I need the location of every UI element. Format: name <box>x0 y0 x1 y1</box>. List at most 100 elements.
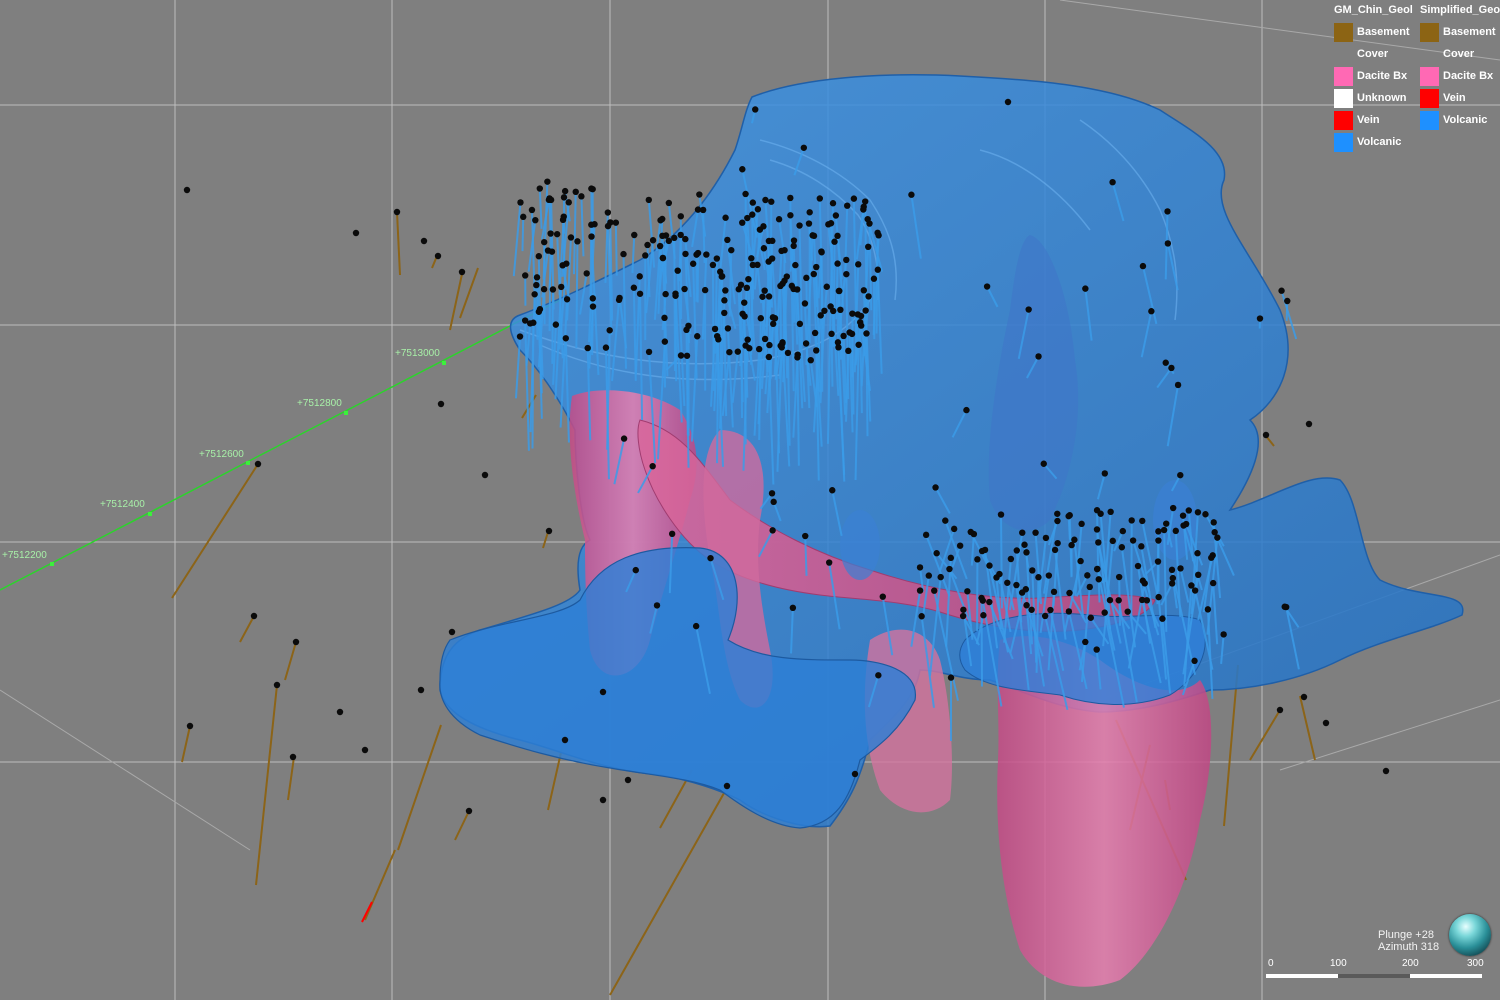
drillhole-collar[interactable] <box>630 284 638 291</box>
drillhole-collar[interactable] <box>761 287 768 294</box>
drillhole-collar[interactable] <box>561 736 569 744</box>
drillhole-collar[interactable] <box>420 237 428 245</box>
drillhole-collar[interactable] <box>642 252 649 259</box>
drillhole-collar[interactable] <box>649 237 657 244</box>
drillhole-collar[interactable] <box>1211 529 1218 536</box>
drillhole-collar[interactable] <box>864 215 871 223</box>
drillhole-collar[interactable] <box>784 349 792 357</box>
drillhole-collar[interactable] <box>942 517 949 524</box>
drillhole-collar[interactable] <box>681 285 688 293</box>
drillhole-collar[interactable] <box>563 296 571 303</box>
drillhole-collar[interactable] <box>851 770 859 778</box>
drillhole-collar[interactable] <box>1169 504 1177 512</box>
drillhole-collar[interactable] <box>1077 557 1084 565</box>
drillhole-collar[interactable] <box>964 588 971 595</box>
drillhole-collar[interactable] <box>768 255 776 262</box>
drillhole-collar[interactable] <box>659 254 667 262</box>
drillhole-collar[interactable] <box>831 238 838 245</box>
drillhole-collar[interactable] <box>709 261 717 269</box>
drillhole-collar[interactable] <box>1322 719 1330 727</box>
drillhole-collar[interactable] <box>932 484 939 491</box>
drillhole-collar[interactable] <box>546 195 553 202</box>
drillhole-collar[interactable] <box>1109 178 1116 186</box>
drillhole-collar[interactable] <box>918 613 925 620</box>
drillhole-collar[interactable] <box>689 260 697 267</box>
drillhole-collar[interactable] <box>739 310 746 318</box>
drillhole-collar[interactable] <box>665 199 673 207</box>
drillhole-collar[interactable] <box>1004 98 1012 106</box>
drillhole-collar[interactable] <box>845 347 852 355</box>
drillhole-collar[interactable] <box>1191 657 1198 665</box>
drillhole-collar[interactable] <box>694 206 702 213</box>
drillhole-collar[interactable] <box>741 299 748 306</box>
drillhole-collar[interactable] <box>516 333 524 340</box>
drillhole-collar[interactable] <box>755 345 763 353</box>
drillhole-collar[interactable] <box>801 300 809 307</box>
drillhole-collar[interactable] <box>874 266 882 273</box>
drillhole-collar[interactable] <box>840 332 847 340</box>
drillhole-collar[interactable] <box>829 200 837 207</box>
drillhole-collar[interactable] <box>843 256 850 264</box>
drillhole-collar[interactable] <box>562 335 569 342</box>
drillhole-collar[interactable] <box>713 255 721 262</box>
drillhole-collar[interactable] <box>1118 544 1126 551</box>
drillhole-collar[interactable] <box>806 209 813 216</box>
drillhole-collar[interactable] <box>947 554 955 562</box>
drillhole-collar[interactable] <box>860 287 868 294</box>
drillhole-collar[interactable] <box>588 221 595 228</box>
drillhole-collar[interactable] <box>1141 580 1148 587</box>
drillhole-collar[interactable] <box>865 243 872 251</box>
drillhole-collar[interactable] <box>745 275 752 283</box>
drillhole-collar[interactable] <box>857 322 865 329</box>
drillhole-collar[interactable] <box>1054 510 1061 517</box>
drillhole-collar[interactable] <box>661 338 669 345</box>
drillhole-collar[interactable] <box>916 564 924 571</box>
drillhole-collar[interactable] <box>1177 565 1184 572</box>
drillhole-collar[interactable] <box>677 213 685 220</box>
drillhole-collar[interactable] <box>1148 308 1155 315</box>
drillhole-collar[interactable] <box>558 283 565 291</box>
drillhole-collar[interactable] <box>393 208 401 216</box>
drillhole-collar[interactable] <box>458 268 466 276</box>
drillhole-collar[interactable] <box>1101 470 1109 477</box>
drillhole-collar[interactable] <box>1185 507 1192 514</box>
drillhole-collar[interactable] <box>1045 572 1053 579</box>
drillhole-collar[interactable] <box>1177 471 1184 479</box>
drillhole-collar[interactable] <box>959 612 967 620</box>
drillhole-collar[interactable] <box>624 776 632 784</box>
drillhole-collar[interactable] <box>1278 287 1285 294</box>
drillhole-collar[interactable] <box>1082 638 1089 646</box>
drillhole-collar[interactable] <box>1019 529 1026 536</box>
drillhole-collar[interactable] <box>694 249 702 257</box>
drillhole-collar[interactable] <box>604 209 612 216</box>
drillhole-collar[interactable] <box>531 291 538 298</box>
drillhole-collar[interactable] <box>716 268 724 275</box>
drillhole-collar[interactable] <box>735 286 742 293</box>
drillhole-collar[interactable] <box>1018 589 1026 596</box>
drillhole-collar[interactable] <box>481 471 489 479</box>
drillhole-collar[interactable] <box>721 309 728 317</box>
drillhole-collar[interactable] <box>849 310 856 317</box>
drillhole-collar[interactable] <box>946 565 953 573</box>
drillhole-collar[interactable] <box>762 196 769 204</box>
drillhole-collar[interactable] <box>855 341 862 348</box>
drillhole-collar[interactable] <box>517 199 524 206</box>
drillhole-collar[interactable] <box>794 354 801 361</box>
drillhole-collar[interactable] <box>1029 567 1036 574</box>
drillhole-collar[interactable] <box>713 332 721 340</box>
drillhole-collar[interactable] <box>583 270 590 277</box>
drillhole-collar[interactable] <box>834 260 841 267</box>
drillhole-collar[interactable] <box>749 199 757 206</box>
drillhole-collar[interactable] <box>553 230 561 238</box>
drillhole-collar[interactable] <box>1013 547 1020 554</box>
drillhole-collar[interactable] <box>620 435 628 442</box>
drillhole-collar[interactable] <box>694 333 701 340</box>
drillhole-collar[interactable] <box>1154 558 1162 565</box>
drillhole-collar[interactable] <box>854 311 861 318</box>
drillhole-collar[interactable] <box>742 342 749 349</box>
drillhole-collar[interactable] <box>1004 579 1011 586</box>
drillhole-collar[interactable] <box>1382 767 1390 775</box>
drillhole-collar[interactable] <box>636 290 644 297</box>
drillhole-collar[interactable] <box>565 199 572 206</box>
drillhole-collar[interactable] <box>692 622 700 630</box>
